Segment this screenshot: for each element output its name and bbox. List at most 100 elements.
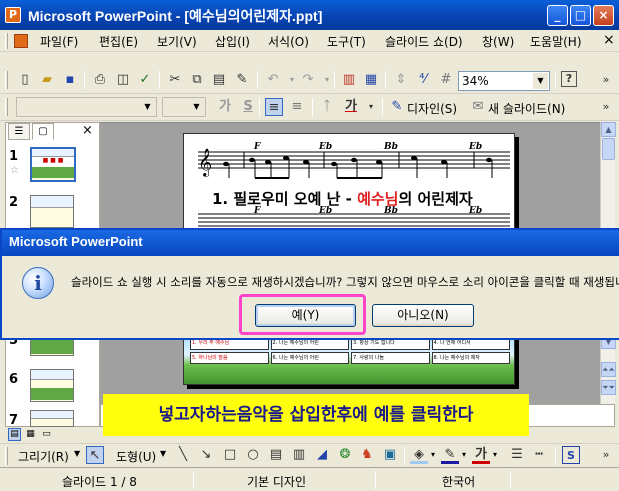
menu-window[interactable]: 창(W): [482, 33, 514, 50]
font-name-combo[interactable]: ▼: [16, 97, 157, 117]
toolbar-options-icon[interactable]: »: [597, 446, 615, 464]
save-icon[interactable]: ▪: [61, 71, 79, 89]
next-slide-button[interactable]: ⏷⏷: [601, 380, 616, 395]
open-folder-icon[interactable]: ▰: [38, 71, 56, 89]
spelling-icon[interactable]: ✓: [136, 71, 154, 89]
show-formatting-icon[interactable]: ⁴⁄: [414, 71, 432, 89]
close-document-icon[interactable]: ×: [603, 32, 615, 48]
menubar-grip[interactable]: [5, 33, 8, 49]
chevron-down-icon[interactable]: ▾: [462, 450, 466, 459]
font-color-icon[interactable]: 가: [340, 98, 362, 116]
align-left-icon[interactable]: ≡: [265, 98, 283, 116]
chevron-down-icon[interactable]: ▼: [189, 99, 204, 115]
align-center-icon[interactable]: ≡: [288, 98, 306, 116]
previous-slide-button[interactable]: ⏶⏶: [601, 362, 616, 377]
toolbar-options-icon[interactable]: »: [597, 98, 615, 116]
line-style-icon[interactable]: ☰: [508, 446, 526, 464]
shadow-style-icon[interactable]: S: [562, 446, 580, 464]
scroll-up-button[interactable]: ▲: [601, 122, 616, 137]
cut-icon[interactable]: ✂: [166, 71, 184, 89]
menu-format[interactable]: 서식(O): [268, 33, 309, 50]
help-icon[interactable]: ?: [561, 71, 577, 87]
zoom-combo[interactable]: 34% ▼: [458, 71, 550, 91]
chevron-down-icon[interactable]: ▼: [533, 73, 548, 89]
title-bar[interactable]: P Microsoft PowerPoint - [예수님의어린제자.ppt] …: [0, 0, 619, 30]
slide-thumbnail-7[interactable]: [30, 410, 74, 427]
diagram-icon[interactable]: ❂: [336, 446, 354, 464]
new-slide-icon[interactable]: ✉: [469, 98, 487, 116]
print-preview-icon[interactable]: ◫: [114, 71, 132, 89]
undo-icon[interactable]: ↶: [264, 71, 282, 89]
shadow-icon[interactable]: S: [239, 98, 257, 116]
oval-icon[interactable]: ○: [244, 446, 262, 464]
new-document-icon[interactable]: ▯: [16, 71, 34, 89]
clip-art-icon[interactable]: ♞: [358, 446, 376, 464]
text-box-icon[interactable]: ▤: [267, 446, 285, 464]
bold-icon[interactable]: 가: [216, 98, 234, 116]
chevron-down-icon[interactable]: ▼: [74, 449, 80, 458]
document-icon[interactable]: [14, 34, 28, 48]
line-icon[interactable]: ╲: [174, 446, 192, 464]
dash-style-icon[interactable]: ┅: [530, 446, 548, 464]
slide-show-view-icon[interactable]: ▭: [40, 428, 53, 441]
powerpoint-app-icon[interactable]: P: [5, 7, 21, 23]
font-size-combo[interactable]: ▼: [162, 97, 206, 117]
arrow-icon[interactable]: ↘: [197, 446, 215, 464]
select-objects-icon[interactable]: ↖: [86, 446, 104, 464]
insert-table-icon[interactable]: ▦: [362, 71, 380, 89]
expand-all-icon[interactable]: ⇕: [392, 71, 410, 89]
wordart-icon[interactable]: ◢: [313, 446, 331, 464]
close-button[interactable]: ×: [593, 5, 614, 26]
text-direction-icon[interactable]: ᛏ: [318, 98, 336, 116]
paste-icon[interactable]: ▤: [210, 71, 228, 89]
menu-slideshow[interactable]: 슬라이드 쇼(D): [385, 33, 463, 50]
line-color-icon[interactable]: ✎: [441, 446, 459, 464]
insert-picture-icon[interactable]: ▣: [381, 446, 399, 464]
design-icon[interactable]: ✎: [388, 98, 406, 116]
slide-thumbnail-1[interactable]: ■ ■ ■: [30, 147, 76, 182]
menu-help[interactable]: 도움말(H): [530, 33, 582, 50]
menu-edit[interactable]: 편집(E): [99, 33, 138, 50]
normal-view-icon[interactable]: ▤: [8, 428, 21, 441]
minimize-button[interactable]: _: [547, 5, 568, 26]
close-pane-icon[interactable]: ×: [82, 123, 93, 138]
slide-thumbnail-2[interactable]: [30, 195, 74, 228]
redo-icon[interactable]: ↷: [299, 71, 317, 89]
sound-playback-dialog[interactable]: Microsoft PowerPoint i 슬라이드 쇼 실행 시 소리를 자…: [0, 228, 619, 340]
vertical-text-box-icon[interactable]: ▥: [290, 446, 308, 464]
toolbar-grip[interactable]: [5, 71, 8, 89]
yes-button[interactable]: 예(Y): [255, 304, 356, 327]
font-color-icon[interactable]: 가: [472, 446, 490, 464]
font-color-dropdown-icon[interactable]: ▾: [362, 98, 380, 116]
format-painter-icon[interactable]: ✎: [233, 71, 251, 89]
show-grid-icon[interactable]: #: [437, 71, 455, 89]
toolbar-options-icon[interactable]: »: [597, 71, 615, 89]
menu-view[interactable]: 보기(V): [157, 33, 197, 50]
animation-star-icon[interactable]: ☆: [10, 165, 19, 176]
menu-file[interactable]: 파일(F): [40, 33, 78, 50]
new-slide-button[interactable]: 새 슬라이드(N): [488, 100, 565, 117]
toolbar-grip[interactable]: [5, 447, 8, 465]
slide-sorter-view-icon[interactable]: ▦: [24, 428, 37, 441]
menu-tools[interactable]: 도구(T): [327, 33, 366, 50]
draw-menu-button[interactable]: 그리기(R): [18, 448, 69, 465]
dialog-title[interactable]: Microsoft PowerPoint: [2, 230, 619, 256]
tab-outline[interactable]: ☰: [8, 123, 30, 140]
fill-color-icon[interactable]: ◈: [410, 446, 428, 464]
insert-chart-icon[interactable]: ▥: [340, 71, 358, 89]
rectangle-icon[interactable]: □: [221, 446, 239, 464]
toolbar-grip[interactable]: [5, 98, 8, 116]
tab-slides[interactable]: ▢: [32, 123, 54, 140]
maximize-button[interactable]: □: [570, 5, 591, 26]
slide-thumbnail-6[interactable]: [30, 369, 74, 402]
print-icon[interactable]: ⎙: [91, 71, 109, 89]
chevron-down-icon[interactable]: ▾: [431, 450, 435, 459]
scroll-thumb[interactable]: [602, 138, 615, 160]
menu-insert[interactable]: 삽입(I): [215, 33, 250, 50]
chevron-down-icon[interactable]: ▾: [493, 450, 497, 459]
autoshapes-menu-button[interactable]: 도형(U): [116, 448, 156, 465]
chevron-down-icon[interactable]: ▼: [140, 99, 155, 115]
copy-icon[interactable]: ⧉: [188, 71, 206, 89]
chevron-down-icon[interactable]: ▼: [160, 449, 166, 458]
design-button[interactable]: 디자인(S): [407, 100, 457, 117]
